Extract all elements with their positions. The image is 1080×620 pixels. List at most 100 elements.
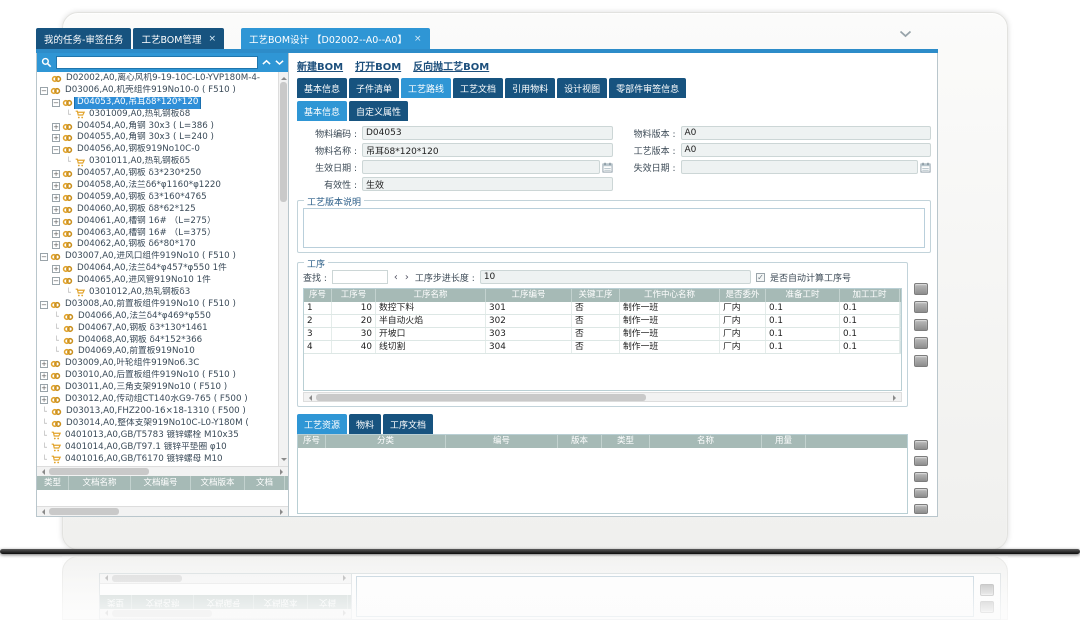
tab-process-resource[interactable]: 工艺资源 xyxy=(297,414,347,434)
tree-item[interactable]: └0401013,A0,GB/T5783 镀锌螺栓 M10x35 xyxy=(39,430,277,442)
expand-icon[interactable]: + xyxy=(52,206,60,214)
tab-bom-manage[interactable]: 工艺BOM管理× xyxy=(133,28,224,49)
close-icon[interactable]: × xyxy=(414,35,422,44)
expand-icon[interactable]: + xyxy=(52,182,60,190)
tree-item[interactable]: −D03006,A0,机壳组件919No10-0 ( F510 ) xyxy=(39,85,277,97)
tree-item[interactable]: └0401014,A0,GB/T97.1 镀锌平垫圈 φ10 xyxy=(39,442,277,454)
tree-item[interactable]: └0301009,A0,热轧钢板δ8 xyxy=(39,109,277,121)
tree-item[interactable]: +D04054,A0,角钢 30x3 ( L=386 ) xyxy=(39,121,277,133)
tab-part-approval-info[interactable]: 零部件审签信息 xyxy=(609,78,686,98)
scroll-up-icon[interactable] xyxy=(281,74,287,80)
tab-operation-docs[interactable]: 工序文档 xyxy=(383,414,433,434)
expand-icon[interactable]: + xyxy=(52,134,60,142)
scroll-down-icon[interactable] xyxy=(281,458,287,464)
tab-process-docs[interactable]: 工艺文档 xyxy=(453,78,503,98)
tree-item[interactable]: +D04055,A0,角钢 30x3 ( L=240 ) xyxy=(39,132,277,144)
tree-item[interactable]: +D03009,A0,叶轮组件919No6.3C xyxy=(39,358,277,370)
grid-action-button-3[interactable] xyxy=(914,472,928,482)
scrollbar-thumb[interactable] xyxy=(316,394,646,401)
expand-icon[interactable]: + xyxy=(40,396,48,404)
tree-item[interactable]: └0301012,A0,热轧钢板δ3 xyxy=(39,287,277,299)
reverse-push-bom-link[interactable]: 反向抛工艺BOM xyxy=(413,58,489,73)
scroll-left-icon[interactable] xyxy=(306,395,312,401)
expand-icon[interactable]: + xyxy=(52,170,60,178)
tree-item[interactable]: +D03012,A0,传动组CT140水G9-765 ( F500 ) xyxy=(39,394,277,406)
collapse-icon[interactable]: − xyxy=(40,301,48,309)
process-table-row[interactable]: 440线切割304否制作一班厂内0.10.1 xyxy=(304,341,901,354)
process-table-row[interactable]: 110数控下料301否制作一班厂内0.10.1 xyxy=(304,302,901,315)
material-code-field[interactable]: D04053 xyxy=(362,126,613,140)
collapse-icon[interactable]: − xyxy=(52,277,60,285)
tree-item[interactable]: +D04062,A0,钢板 δ6*80*170 xyxy=(39,239,277,251)
expand-icon[interactable]: + xyxy=(40,360,48,368)
process-table-row[interactable]: 330开坡口303否制作一班厂内0.10.1 xyxy=(304,328,901,341)
scroll-left-icon[interactable] xyxy=(39,469,45,475)
search-next-icon[interactable] xyxy=(275,59,284,66)
tree-item[interactable]: └0301011,A0,热轧钢板δ5 xyxy=(39,156,277,168)
tree-item[interactable]: └D04066,A0,法兰δ4*φ469*φ550 xyxy=(39,311,277,323)
auto-calc-checkbox[interactable]: ✓ xyxy=(756,273,765,282)
subtab-basic-info[interactable]: 基本信息 xyxy=(297,101,347,121)
validity-field[interactable]: 生效 xyxy=(362,177,613,191)
calendar-icon[interactable] xyxy=(920,162,931,173)
tree-item[interactable]: −D04065,A0,进风管919No10 1件 xyxy=(39,275,277,287)
tree-horizontal-scrollbar[interactable] xyxy=(37,466,288,476)
expand-icon[interactable]: + xyxy=(52,241,60,249)
effective-date-field[interactable] xyxy=(362,160,600,174)
grid-action-button-4[interactable] xyxy=(914,337,928,349)
tree-item[interactable]: +D03010,A0,后置板组件919No10 ( F510 ) xyxy=(39,370,277,382)
grid-action-button-3[interactable] xyxy=(914,319,928,331)
search-prev-icon[interactable] xyxy=(262,59,271,66)
tab-design-view[interactable]: 设计视图 xyxy=(557,78,607,98)
scroll-right-icon[interactable] xyxy=(280,469,286,475)
process-horizontal-scrollbar[interactable] xyxy=(303,392,902,402)
expand-icon[interactable]: + xyxy=(40,384,48,392)
collapse-chevron-icon[interactable] xyxy=(899,30,912,41)
tab-referenced-material[interactable]: 引用物料 xyxy=(505,78,555,98)
expand-icon[interactable]: + xyxy=(52,123,60,131)
expire-date-field[interactable] xyxy=(681,160,919,174)
tree-item[interactable]: └D04067,A0,钢板 δ3*130*1461 xyxy=(39,323,277,335)
grid-action-button-2[interactable] xyxy=(914,301,928,313)
collapse-icon[interactable]: − xyxy=(40,253,48,261)
tab-bom-design[interactable]: 工艺BOM设计 【D02002--A0--A0】× xyxy=(241,28,430,49)
collapse-icon[interactable]: − xyxy=(52,146,60,154)
tree-item[interactable]: −D04053,A0,吊耳δ8*120*120 xyxy=(39,97,277,109)
tab-my-tasks[interactable]: 我的任务-审签任务 xyxy=(36,28,131,49)
tree-item[interactable]: +D04064,A0,法兰δ4*φ457*φ550 1件 xyxy=(39,263,277,275)
new-bom-link[interactable]: 新建BOM xyxy=(297,58,343,73)
scrollbar-thumb[interactable] xyxy=(280,82,287,202)
grid-action-button-5[interactable] xyxy=(914,504,928,514)
expand-icon[interactable]: + xyxy=(40,372,48,380)
process-table-row[interactable]: 220半自动火焰302否制作一班厂内0.10.1 xyxy=(304,315,901,328)
expand-icon[interactable]: + xyxy=(52,230,60,238)
tree-item[interactable]: └D03013,A0,FHZ200-16×18-1310 ( F500 ) xyxy=(39,406,277,418)
grid-action-button-1[interactable] xyxy=(914,440,928,450)
expand-icon[interactable]: + xyxy=(52,265,60,273)
tree-item[interactable]: −D04056,A0,钢板919No10C-0 xyxy=(39,144,277,156)
scroll-right-icon[interactable] xyxy=(280,509,286,515)
tab-child-list[interactable]: 子件清单 xyxy=(349,78,399,98)
collapse-icon[interactable]: − xyxy=(52,99,60,107)
scroll-right-icon[interactable] xyxy=(893,395,899,401)
tree-item[interactable]: └0401016,A0,GB/T6170 镀锌螺母 M10 xyxy=(39,454,277,466)
tab-process-route[interactable]: 工艺路线 xyxy=(401,78,451,98)
expand-icon[interactable]: + xyxy=(52,218,60,226)
step-length-field[interactable]: 10 xyxy=(480,270,751,284)
grid-action-button-4[interactable] xyxy=(914,488,928,498)
tree-item[interactable]: +D03011,A0,三角支架919No10 ( F510 ) xyxy=(39,382,277,394)
scrollbar-thumb[interactable] xyxy=(49,508,119,515)
grid-action-button-5[interactable] xyxy=(914,355,928,367)
document-horizontal-scrollbar[interactable] xyxy=(37,506,288,516)
tree-item[interactable]: −D03008,A0,前置板组件919No10 ( F510 ) xyxy=(39,299,277,311)
tab-material[interactable]: 物料 xyxy=(349,414,381,434)
tree-item[interactable]: └D04068,A0,钢板 δ4*152*366 xyxy=(39,335,277,347)
version-note-textarea[interactable] xyxy=(303,208,925,248)
next-step-icon[interactable]: › xyxy=(404,272,410,283)
tree-item[interactable]: −D03007,A0,进风口组件919No10 ( F510 ) xyxy=(39,251,277,263)
collapse-icon[interactable]: − xyxy=(40,87,48,95)
grid-action-button-2[interactable] xyxy=(914,456,928,466)
material-name-field[interactable]: 吊耳δ8*120*120 xyxy=(362,143,613,157)
close-icon[interactable]: × xyxy=(208,35,216,44)
tree-vertical-scrollbar[interactable] xyxy=(278,72,288,466)
